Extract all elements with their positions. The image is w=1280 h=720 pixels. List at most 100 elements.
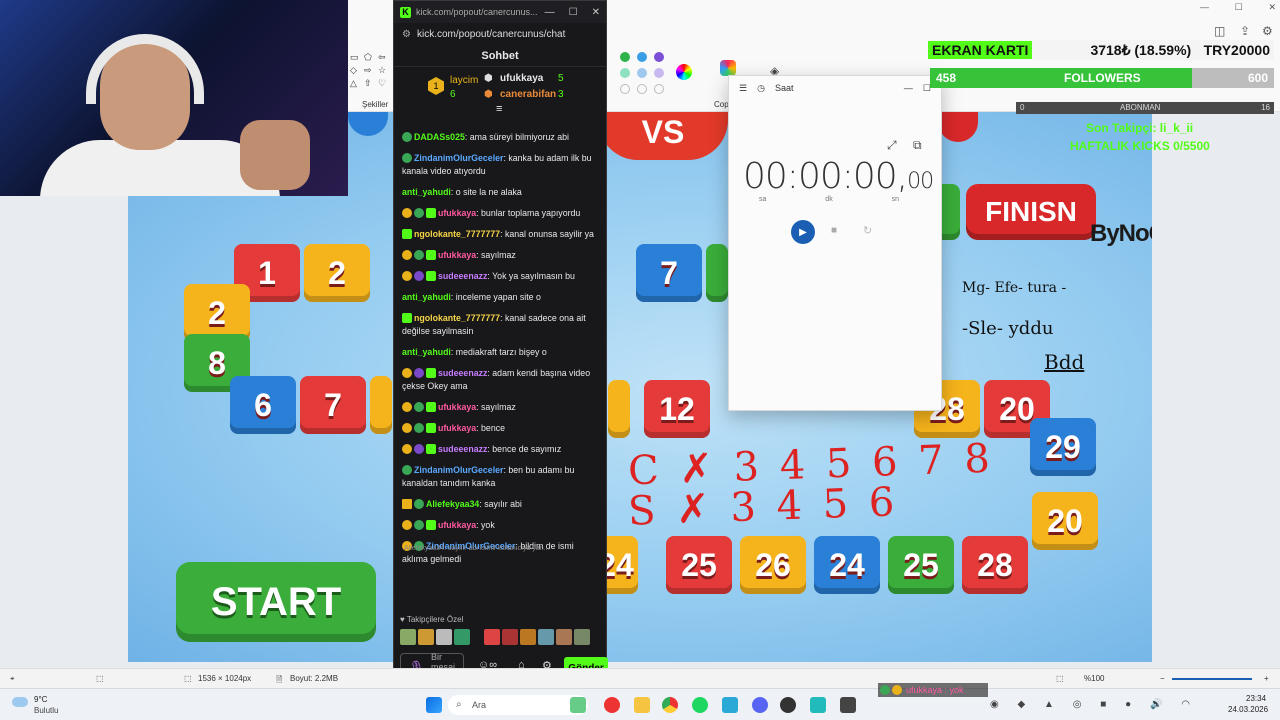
widgets-icon[interactable]	[570, 697, 586, 713]
rectangle-shape-icon[interactable]: ▭	[350, 52, 362, 63]
chat-message[interactable]: ZindanimOlurGeceler: kanka bu adam ilk b…	[402, 152, 598, 178]
chat-username[interactable]: anti_yahudi	[402, 347, 451, 357]
taskbar-time[interactable]: 23:34	[1246, 694, 1266, 703]
maximize-icon[interactable]: ☐	[569, 7, 578, 18]
chat-username[interactable]: anti_yahudi	[402, 292, 451, 302]
chat-message[interactable]: sudeeenazz: Yok ya sayılmasın bu	[402, 270, 598, 283]
emote-icon[interactable]	[484, 629, 501, 645]
arrow-right-shape-icon[interactable]: ⇨	[364, 65, 376, 76]
emote-icon[interactable]	[436, 629, 452, 645]
color-picker-icon[interactable]	[676, 64, 692, 80]
color-empty-swatch[interactable]	[620, 84, 630, 94]
triangle-shape-icon[interactable]: △	[350, 78, 362, 89]
chat-username[interactable]: ufukkaya	[438, 250, 476, 260]
clock-app-taskbar-icon[interactable]	[840, 697, 856, 713]
chat-message[interactable]: Aliefekyaa34: sayılır abi	[402, 498, 598, 511]
color-lavender-swatch[interactable]	[654, 68, 664, 78]
chat-message[interactable]: ufukkaya: sayılmaz	[402, 401, 598, 414]
tray-discord-icon[interactable]: ●	[1125, 699, 1131, 710]
tray-app-icon[interactable]: ▲	[1044, 699, 1054, 710]
shapes-gallery[interactable]: ▭ ⬠ ⇦ ◇ ⇨ ☆ △ ⇧ ♡	[350, 52, 390, 92]
chat-message[interactable]: ngolokante_7777777: kanal sadece ona ait…	[402, 312, 598, 338]
emote-row[interactable]	[400, 629, 600, 647]
chat-message[interactable]: anti_yahudi: mediakraft tarzı bişey o	[402, 346, 598, 359]
emote-icon[interactable]	[418, 629, 434, 645]
share-icon[interactable]: ⇪	[1240, 24, 1250, 38]
play-button[interactable]: ▶	[791, 220, 815, 244]
settings-gear-icon[interactable]: ⚙	[1262, 24, 1273, 38]
color-empty-swatch[interactable]	[654, 84, 664, 94]
emote-icon[interactable]	[400, 629, 416, 645]
tray-app-icon[interactable]: ◆	[1018, 699, 1026, 710]
taskbar-search[interactable]: ⌕ Ara	[448, 695, 588, 715]
minimize-icon[interactable]: —	[1200, 2, 1209, 13]
tray-app-icon[interactable]: ■	[1100, 699, 1106, 710]
star-shape-icon[interactable]: ☆	[378, 65, 390, 76]
chat-message[interactable]: ufukkaya: bunlar toplama yapıyordu	[402, 207, 598, 220]
chat-username[interactable]: ufukkaya	[438, 402, 476, 412]
settings-app-icon[interactable]	[722, 697, 738, 713]
windows-start-icon[interactable]	[426, 697, 442, 713]
diamond-shape-icon[interactable]: ◇	[350, 65, 362, 76]
chat-username[interactable]: sudeeenazz	[438, 444, 487, 454]
chrome-icon[interactable]	[662, 697, 678, 713]
chat-username[interactable]: ngolokante_7777777	[414, 229, 500, 239]
chat-message[interactable]: sudeeenazz: adam kendi başına video çeks…	[402, 367, 598, 393]
zoom-level[interactable]: %100	[1084, 674, 1104, 683]
zoom-in-icon[interactable]: +	[1264, 674, 1269, 683]
pentagon-shape-icon[interactable]: ⬠	[364, 52, 376, 63]
chat-message[interactable]: DADASs025: ama süreyi bilmiyoruz abi	[402, 131, 598, 144]
fit-to-window-icon[interactable]: ⬚	[1056, 674, 1064, 683]
color-empty-swatch[interactable]	[637, 84, 647, 94]
emote-icon[interactable]	[574, 629, 591, 645]
minimize-icon[interactable]: —	[904, 83, 913, 93]
media-player-icon[interactable]	[604, 697, 620, 713]
arrow-left-shape-icon[interactable]: ⇦	[378, 52, 390, 63]
emote-icon[interactable]	[454, 629, 470, 645]
chat-username[interactable]: anti_yahudi	[402, 187, 451, 197]
chat-message[interactable]: anti_yahudi: inceleme yapan site o	[402, 291, 598, 304]
chat-username[interactable]: ZindanimOlurGeceler	[414, 153, 503, 163]
color-purple-swatch[interactable]	[654, 52, 664, 62]
address-bar[interactable]: ⚙ kick.com/popout/canercunus/chat	[394, 23, 606, 45]
chat-message[interactable]: ZindanimOlurGeceler: bildim de ismi aklı…	[402, 540, 598, 566]
emote-icon[interactable]	[538, 629, 555, 645]
color-mint-swatch[interactable]	[620, 68, 630, 78]
hamburger-menu-icon[interactable]: ☰	[739, 83, 747, 94]
close-icon[interactable]: ✕	[1268, 2, 1276, 13]
notification-icon[interactable]: ◫	[1214, 24, 1225, 38]
chat-username[interactable]: Aliefekyaa34	[426, 499, 479, 509]
tray-speaker-icon[interactable]: 🔊	[1150, 699, 1162, 710]
color-lightblue-swatch[interactable]	[637, 68, 647, 78]
chat-message[interactable]: sudeeenazz: bence de sayımız	[402, 443, 598, 456]
taskbar-date[interactable]: 24.03.2026	[1228, 705, 1268, 714]
spotify-icon[interactable]	[692, 697, 708, 713]
chat-message[interactable]: ngolokante_7777777: kanal onunsa sayilir…	[402, 228, 598, 241]
chat-username[interactable]: ZindanimOlurGeceler	[414, 465, 503, 475]
chat-username[interactable]: sudeeenazz	[438, 271, 487, 281]
obs-icon[interactable]	[780, 697, 796, 713]
reset-icon[interactable]: ↻	[863, 224, 872, 237]
file-explorer-icon[interactable]	[634, 697, 650, 713]
expand-leaderboard-icon[interactable]: ≡	[496, 103, 502, 115]
chat-username[interactable]: ngolokante_7777777	[414, 313, 500, 323]
chat-username[interactable]: ufukkaya	[438, 208, 476, 218]
chat-username[interactable]: DADASs025	[414, 132, 465, 142]
tray-steam-icon[interactable]: ◎	[1073, 699, 1082, 710]
maximize-icon[interactable]: ☐	[1235, 2, 1243, 13]
chat-message[interactable]: ufukkaya: sayılmaz	[402, 249, 598, 262]
arrow-up-shape-icon[interactable]: ⇧	[364, 78, 376, 89]
tray-wifi-icon[interactable]: ◠	[1181, 699, 1190, 710]
expand-icon[interactable]: ⤢	[887, 138, 897, 153]
minimize-icon[interactable]: —	[545, 7, 555, 18]
chat-username[interactable]: ufukkaya	[438, 423, 476, 433]
emote-icon[interactable]	[502, 629, 519, 645]
zoom-out-icon[interactable]: −	[1160, 674, 1165, 683]
compact-overlay-icon[interactable]: ⧉	[913, 138, 922, 153]
color-blue-swatch[interactable]	[637, 52, 647, 62]
weather-temp[interactable]: 9°C	[34, 695, 47, 704]
close-icon[interactable]: ✕	[592, 7, 600, 18]
copilot-icon[interactable]	[720, 60, 736, 76]
paint-app-icon[interactable]	[810, 697, 826, 713]
zoom-slider[interactable]	[1172, 678, 1252, 680]
